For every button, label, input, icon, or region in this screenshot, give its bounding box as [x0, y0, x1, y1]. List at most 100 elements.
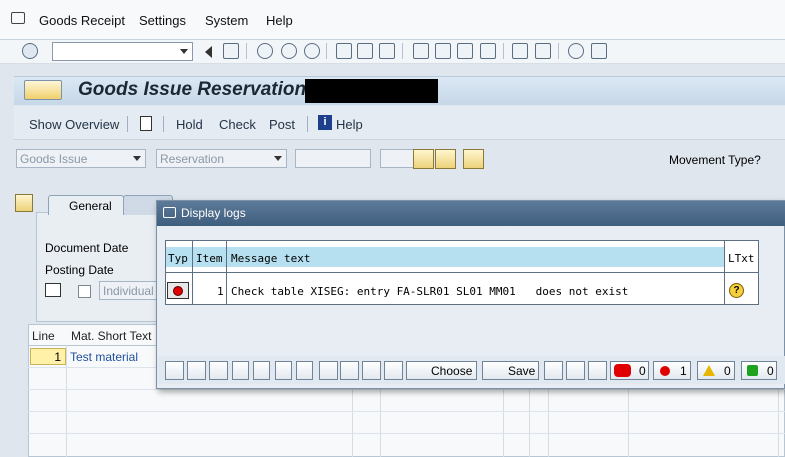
grid-line — [28, 389, 785, 390]
chevron-down-icon[interactable] — [274, 156, 282, 161]
save-button-label: Save — [508, 364, 536, 378]
show-overview-button[interactable]: Show Overview — [29, 117, 119, 132]
material-text-cell[interactable]: Test material — [70, 350, 138, 364]
continue-icon[interactable] — [165, 361, 184, 380]
back-circle-icon[interactable] — [257, 43, 273, 59]
reference-dropdown[interactable]: Reservation — [156, 149, 287, 168]
movement-type-label: Movement Type? — [669, 153, 761, 167]
find-next-icon[interactable] — [379, 43, 395, 59]
dialog-title: Display logs — [181, 206, 246, 220]
details-icon[interactable] — [384, 361, 403, 380]
new-document-icon[interactable] — [140, 116, 152, 131]
print-mode-dropdown[interactable]: Individual — [99, 281, 157, 300]
last-page-icon[interactable] — [296, 361, 313, 380]
redacted-block — [305, 79, 438, 103]
menu-goods-receipt[interactable]: Goods Receipt — [39, 13, 125, 28]
find-icon[interactable] — [357, 43, 373, 59]
execute-icon[interactable] — [413, 149, 434, 169]
filter-icon[interactable] — [319, 361, 338, 380]
question-icon[interactable]: ? — [729, 283, 744, 298]
menu-help[interactable]: Help — [266, 13, 293, 28]
subtotal-icon[interactable] — [362, 361, 381, 380]
print-icon[interactable] — [336, 43, 352, 59]
grid-line — [192, 241, 193, 304]
toolbar-separator — [402, 43, 403, 59]
line-number-cell[interactable]: 1 — [30, 348, 66, 365]
previous-page-icon[interactable] — [435, 43, 451, 59]
grid-line — [66, 345, 67, 457]
chevron-down-icon[interactable] — [133, 156, 141, 161]
tab-general-label: General — [69, 199, 112, 213]
technical-info-icon[interactable] — [209, 361, 228, 380]
cancel-icon[interactable] — [304, 43, 320, 59]
menu-settings[interactable]: Settings — [139, 13, 186, 28]
document-date-label: Document Date — [45, 241, 129, 255]
success-filter-button[interactable]: 0 — [741, 361, 777, 380]
stop-filter-button[interactable]: 0 — [610, 361, 649, 380]
column-header-typ: Typ — [168, 252, 188, 265]
menu-icon[interactable] — [11, 12, 25, 24]
column-header-message: Message text — [231, 252, 311, 265]
message-type-cell[interactable] — [167, 282, 189, 299]
toolbar-separator — [127, 116, 128, 132]
shortcut-icon[interactable] — [535, 43, 551, 59]
column-header-line: Line — [32, 329, 55, 343]
layout-menu-icon[interactable] — [591, 43, 607, 59]
save-icon[interactable] — [223, 43, 239, 59]
create-session-icon[interactable] — [512, 43, 528, 59]
next-page-icon[interactable] — [457, 43, 473, 59]
column-header-mat-short-text: Mat. Short Text — [71, 329, 152, 343]
sort-icon[interactable] — [340, 361, 359, 380]
exit-icon[interactable] — [281, 43, 297, 59]
stop-icon — [614, 364, 631, 377]
tab-general[interactable]: General — [48, 195, 124, 215]
error-filter-button[interactable]: 1 — [653, 361, 691, 380]
print-checkbox[interactable] — [78, 285, 91, 298]
info-icon[interactable]: i — [318, 115, 332, 130]
choose-button-label: Choose — [431, 364, 473, 378]
toolbar-separator — [326, 43, 327, 59]
help-icon[interactable] — [568, 43, 584, 59]
next-page-icon[interactable] — [275, 361, 292, 380]
toolbar-separator — [246, 43, 247, 59]
reservation-number-field[interactable] — [295, 149, 371, 168]
item-number-field[interactable] — [380, 149, 414, 168]
find-next-icon[interactable] — [588, 361, 607, 380]
page-title: Goods Issue Reservation - — [78, 79, 318, 100]
first-page-icon[interactable] — [413, 43, 429, 59]
red-light-icon — [660, 366, 670, 376]
post-button[interactable]: Post — [269, 117, 295, 132]
check-button[interactable]: Check — [219, 117, 256, 132]
hold-button[interactable]: Hold — [176, 117, 203, 132]
dialog-title-bar — [157, 201, 785, 226]
warning-filter-button[interactable]: 0 — [697, 361, 735, 380]
help-button[interactable]: Help — [336, 117, 363, 132]
application-toolbar — [14, 106, 785, 140]
find-icon[interactable] — [566, 361, 585, 380]
back-icon[interactable] — [205, 46, 212, 58]
choose-button[interactable]: Choose — [406, 361, 477, 380]
toolbar-separator — [558, 43, 559, 59]
grid-line — [28, 411, 785, 412]
printer-icon — [45, 283, 61, 297]
transaction-menu-button[interactable] — [24, 80, 62, 100]
enter-icon[interactable] — [22, 43, 38, 59]
save-button[interactable]: Save — [482, 361, 539, 380]
toolbar-separator — [307, 116, 308, 132]
menu-system[interactable]: System — [205, 13, 248, 28]
toolbar-separator — [163, 116, 164, 132]
chevron-down-icon[interactable] — [180, 49, 188, 54]
movement-dropdown[interactable]: Goods Issue — [16, 149, 146, 168]
last-page-icon[interactable] — [480, 43, 496, 59]
find-icon[interactable] — [435, 149, 456, 169]
table-icon[interactable] — [463, 149, 484, 169]
help-icon[interactable] — [187, 361, 206, 380]
previous-page-icon[interactable] — [253, 361, 270, 380]
first-page-icon[interactable] — [232, 361, 249, 380]
log-message-text: Check table XISEG: entry FA-SLR01 SL01 M… — [231, 285, 629, 298]
print-icon[interactable] — [544, 361, 563, 380]
toggle-header-icon[interactable] — [15, 194, 33, 212]
reference-dropdown-value: Reservation — [160, 152, 225, 166]
window-menu-icon[interactable] — [163, 207, 176, 218]
command-field[interactable] — [52, 42, 193, 61]
